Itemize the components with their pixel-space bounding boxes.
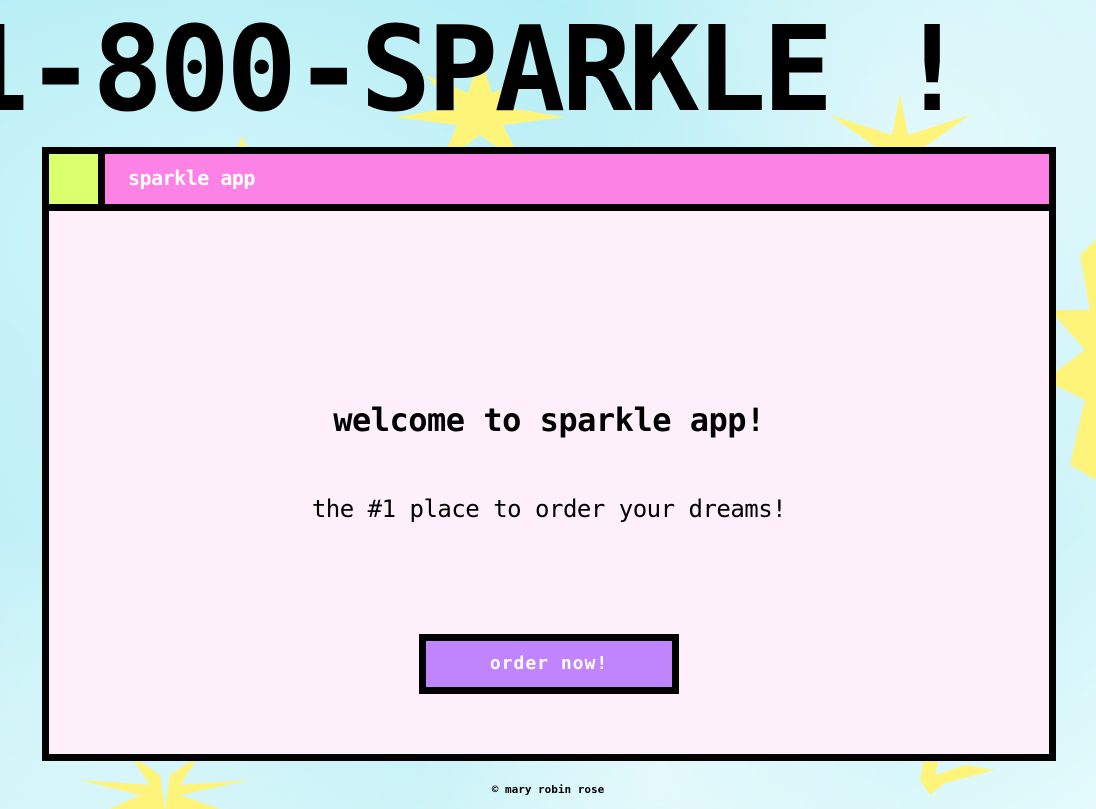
window-titlebar: sparkle app: [49, 154, 1049, 204]
window-control-square[interactable]: [49, 154, 98, 204]
footer-credit: © mary robin rose: [491, 783, 605, 796]
app-window: sparkle app welcome to sparkle app! the …: [42, 147, 1056, 761]
tagline-text: the #1 place to order your dreams!: [311, 495, 787, 523]
welcome-heading: welcome to sparkle app!: [333, 401, 765, 439]
window-title: sparkle app: [128, 166, 255, 190]
window-title-strip: sparkle app: [105, 154, 1049, 204]
headline-text: 1-800-SPARKLE !: [0, 0, 968, 130]
order-now-button[interactable]: order now!: [419, 634, 679, 694]
window-content: welcome to sparkle app! the #1 place to …: [49, 211, 1049, 754]
phone-headline: 1-800-SPARKLE !: [0, 0, 1096, 130]
sparkle-icon: [80, 755, 250, 809]
